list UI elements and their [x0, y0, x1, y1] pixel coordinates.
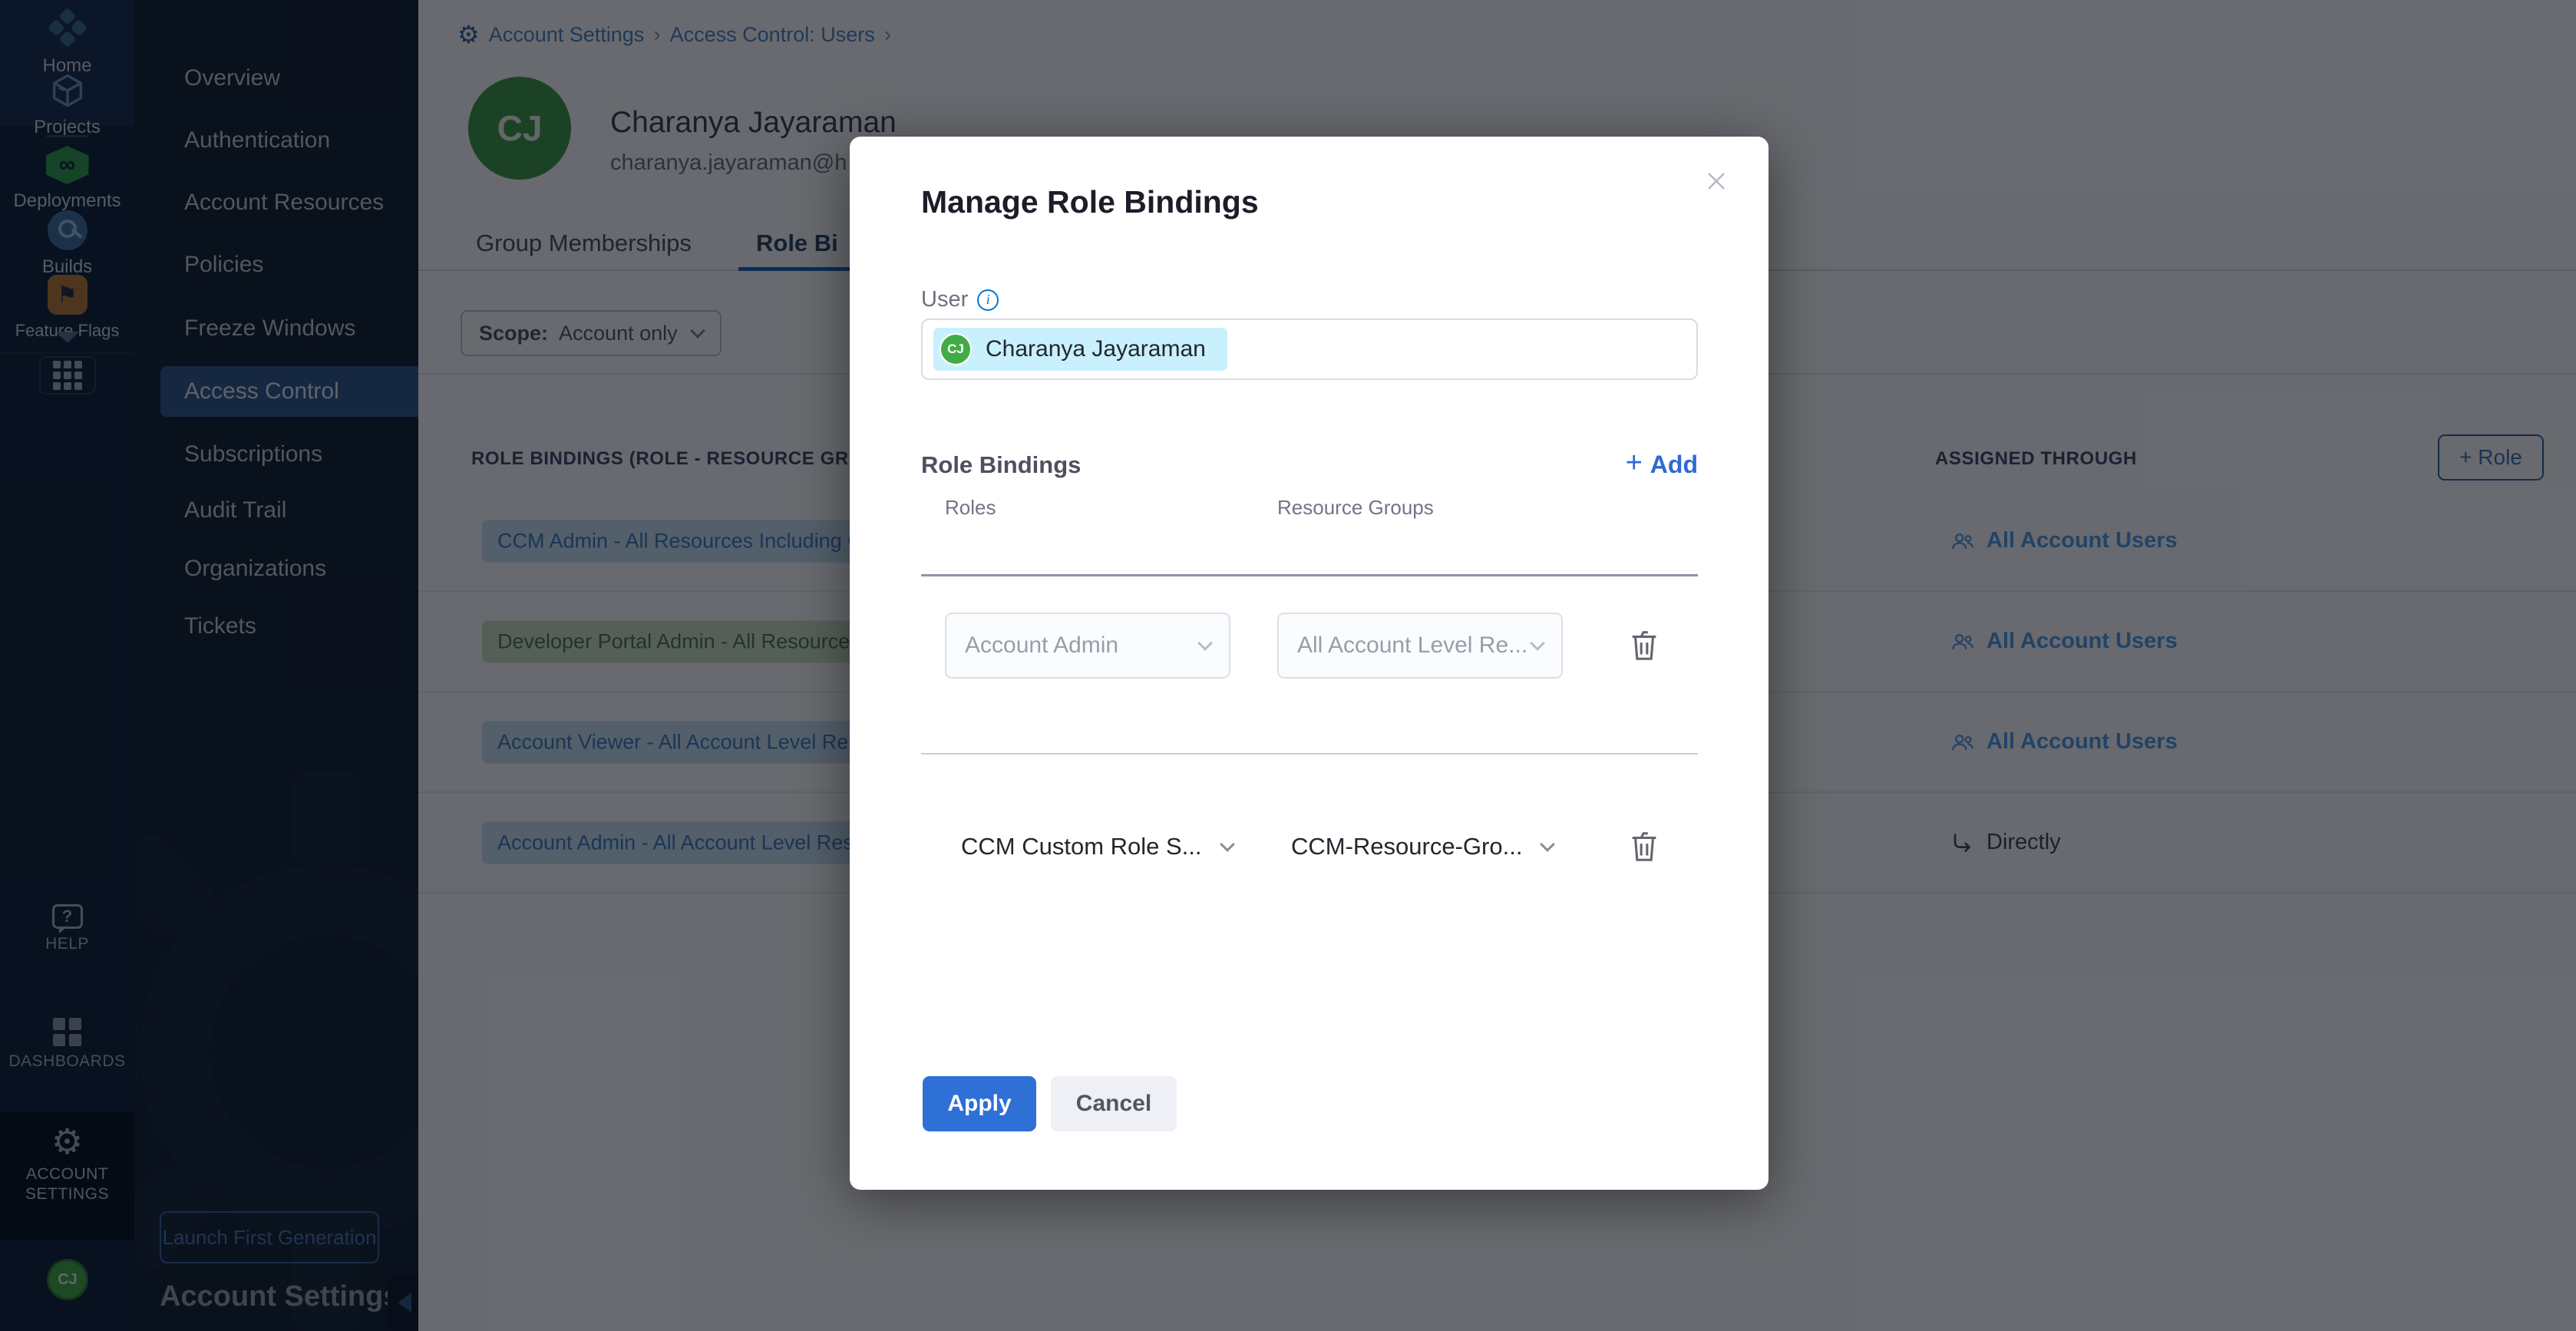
- cancel-button[interactable]: Cancel: [1051, 1076, 1177, 1131]
- chevron-down-icon: [1197, 636, 1213, 651]
- header-rule: [921, 574, 1698, 576]
- user-field-label: User i: [921, 287, 999, 312]
- delete-role-binding-icon[interactable]: [1627, 827, 1662, 866]
- apply-button[interactable]: Apply: [923, 1076, 1036, 1131]
- info-icon[interactable]: i: [977, 289, 999, 311]
- column-header-resource-groups: Resource Groups: [1277, 496, 1434, 520]
- avatar: CJ: [940, 333, 972, 365]
- add-role-binding-button[interactable]: + Add: [1626, 450, 1698, 480]
- modal-title: Manage Role Bindings: [921, 184, 1259, 220]
- section-title: Role Bindings: [921, 451, 1081, 479]
- column-header-roles: Roles: [945, 496, 996, 520]
- role-select[interactable]: CCM Custom Role S...: [961, 812, 1233, 881]
- user-chip: CJ Charanya Jayaraman: [933, 328, 1227, 371]
- delete-role-binding-icon[interactable]: [1627, 626, 1662, 665]
- chevron-down-icon: [1220, 837, 1235, 852]
- manage-role-bindings-modal: Manage Role Bindings User i CJ Charanya …: [850, 137, 1769, 1190]
- row-divider: [921, 753, 1698, 755]
- plus-icon: +: [1626, 447, 1643, 480]
- resource-group-select[interactable]: CCM-Resource-Gro...: [1291, 812, 1553, 881]
- chevron-down-icon: [1530, 636, 1545, 651]
- close-icon[interactable]: [1701, 166, 1732, 197]
- user-input[interactable]: CJ Charanya Jayaraman: [921, 319, 1698, 380]
- app-screen: Home Projects ∞ Deployments Builds ⚑ Fea…: [0, 0, 2576, 1331]
- resource-group-select-disabled[interactable]: All Account Level Re...: [1277, 613, 1563, 679]
- chevron-down-icon: [1541, 837, 1556, 852]
- role-select-disabled[interactable]: Account Admin: [945, 613, 1230, 679]
- role-bindings-section-header: Role Bindings + Add: [921, 450, 1698, 480]
- user-chip-name: Charanya Jayaraman: [986, 336, 1206, 362]
